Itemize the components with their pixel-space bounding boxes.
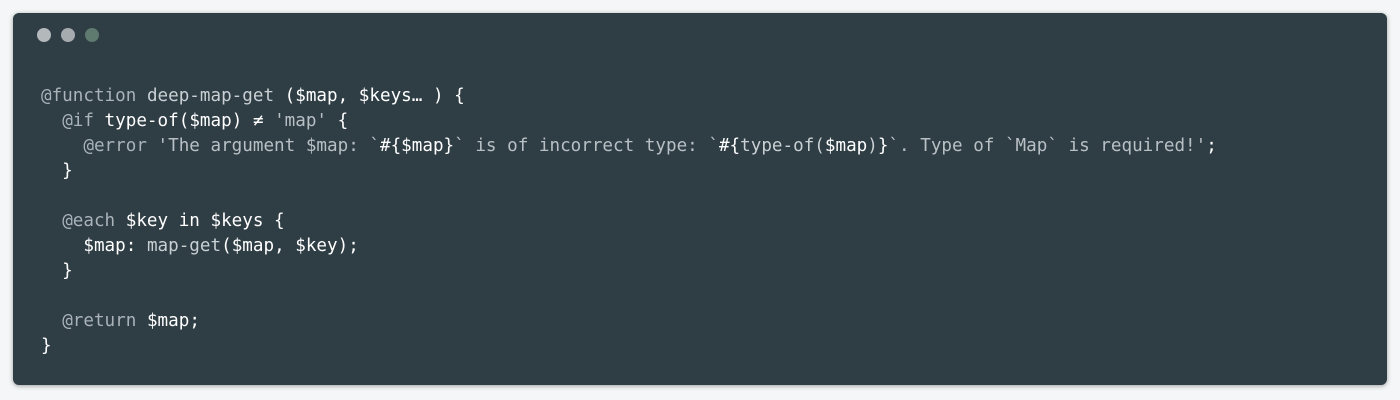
zoom-dot-icon[interactable]: [85, 28, 99, 42]
code-token: $keys: [358, 86, 412, 106]
code-token: deep-map-get: [146, 86, 275, 106]
code-token: ;: [189, 311, 200, 331]
code-line: @if type-of($map) ≠ 'map' {: [41, 109, 1217, 134]
code-token: }: [41, 336, 52, 356]
code-token: :: [125, 236, 147, 256]
code-token: $map: [189, 111, 232, 131]
code-token: {: [263, 211, 285, 231]
code-line: $map: map-get($map, $key);: [41, 234, 1217, 259]
code-token: {: [327, 111, 349, 131]
code-line: @function deep-map-get ($map, $keys… ) {: [41, 84, 1217, 109]
code-token: }: [877, 136, 889, 156]
minimize-dot-icon[interactable]: [61, 28, 75, 42]
code-token: map-get: [146, 236, 222, 256]
code-line: }: [41, 259, 1217, 284]
code-line: @error 'The argument $map: `#{$map}` is …: [41, 134, 1217, 159]
code-token: 'map': [274, 111, 328, 131]
code-token: @if: [62, 111, 94, 131]
code-line: }: [41, 334, 1217, 359]
code-token: (: [221, 236, 232, 256]
code-token: in: [168, 211, 211, 231]
code-token: … ) {: [411, 86, 465, 106]
window-controls: [37, 28, 99, 42]
code-token: ): [867, 136, 878, 156]
code-line: @return $map;: [41, 309, 1217, 334]
code-token: 'The argument $map: `: [157, 136, 380, 156]
code-token: $map: [83, 236, 126, 256]
code-token: ` is of incorrect type: `: [454, 136, 719, 156]
code-token: $keys: [210, 211, 264, 231]
code-token: $map: [401, 136, 444, 156]
code-token: (: [274, 86, 296, 106]
code-token: $map: [824, 136, 868, 156]
code-token: );: [337, 236, 359, 256]
code-token: $map: [231, 236, 275, 256]
code-token: $key: [125, 211, 169, 231]
code-block: @function deep-map-get ($map, $keys… ) {…: [41, 84, 1217, 359]
code-token: }: [443, 136, 455, 156]
code-token: }: [41, 161, 73, 181]
code-token: $key: [295, 236, 338, 256]
close-dot-icon[interactable]: [37, 28, 51, 42]
code-token: @function: [41, 86, 137, 106]
code-token: #{: [379, 136, 402, 156]
code-token: $map: [295, 86, 338, 106]
code-token: #{: [718, 136, 741, 156]
code-line: }: [41, 159, 1217, 184]
code-token: }: [41, 261, 73, 281]
code-window: @function deep-map-get ($map, $keys… ) {…: [13, 13, 1387, 385]
code-token: $map: [146, 311, 190, 331]
code-token: type-of(: [93, 111, 190, 131]
code-token: `. Type of `Map` is required!': [888, 136, 1207, 156]
code-token: ,: [337, 86, 359, 106]
code-token: ) ≠: [231, 111, 275, 131]
code-token: @error: [83, 136, 147, 156]
code-token: @return: [62, 311, 137, 331]
code-token: ;: [1206, 136, 1217, 156]
code-token: @each: [62, 211, 116, 231]
code-token: ,: [274, 236, 296, 256]
code-token: type-of(: [740, 136, 825, 156]
code-line: @each $key in $keys {: [41, 209, 1217, 234]
